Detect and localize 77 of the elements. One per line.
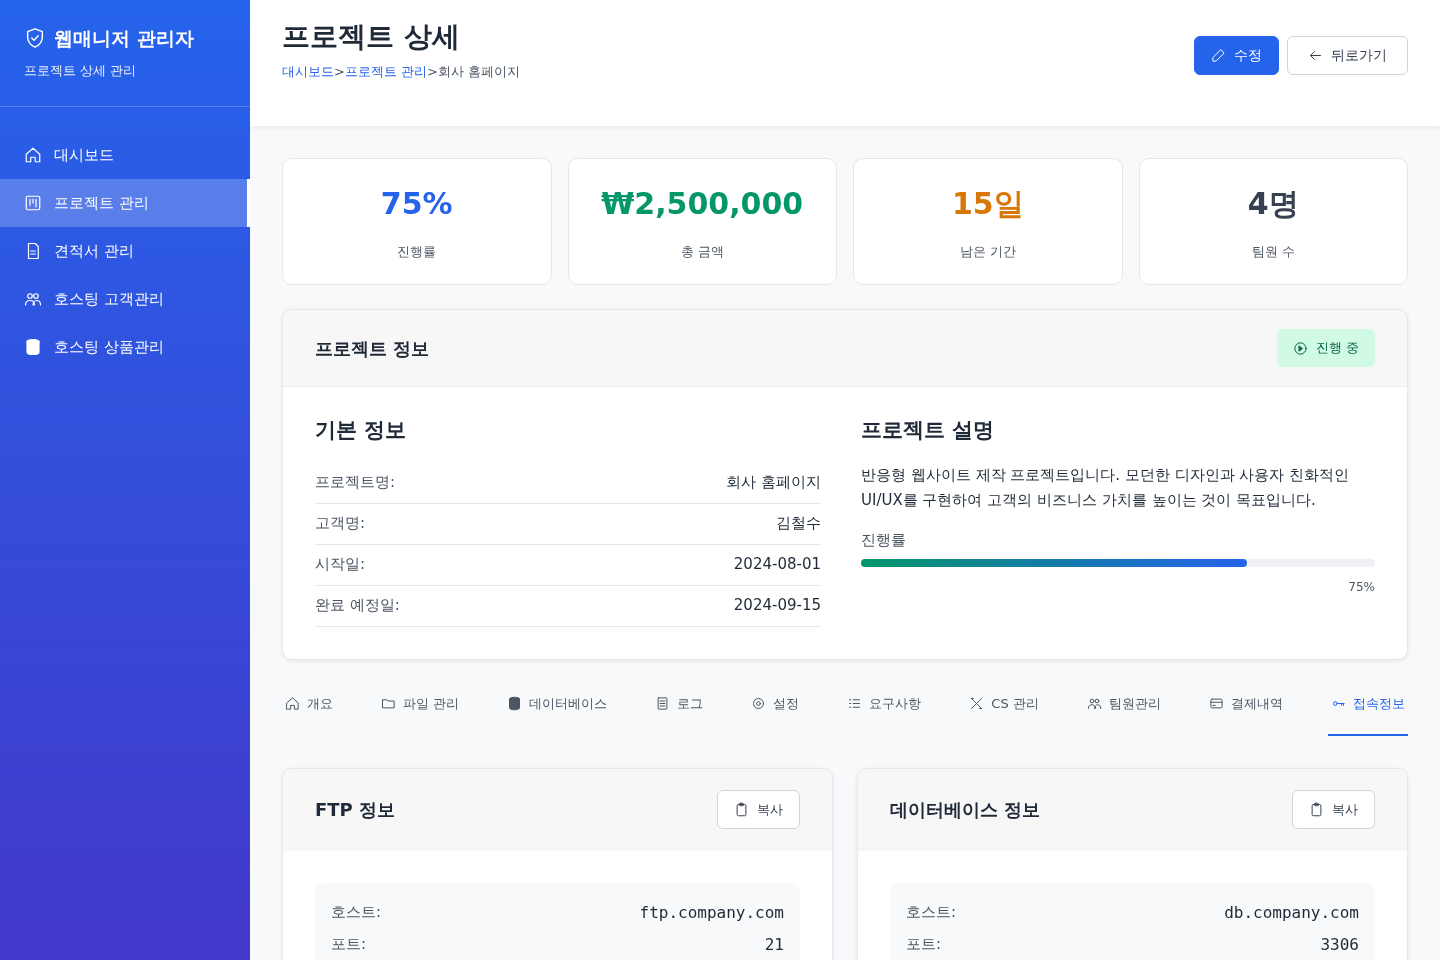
stat-label: 총 금액 — [680, 243, 724, 262]
stat-value: 4명 — [1247, 185, 1299, 224]
field-label: 호스트: — [331, 902, 382, 924]
pencil-icon — [1211, 48, 1226, 63]
tab[interactable]: 팀원관리 — [1083, 673, 1164, 736]
tab[interactable]: 접속정보 — [1327, 673, 1408, 736]
tab[interactable]: 파일 관리 — [378, 673, 463, 736]
field-value: 회사 홈페이지 — [726, 472, 821, 494]
home-icon — [24, 146, 42, 164]
breadcrumb-link[interactable]: 대시보드 — [282, 63, 334, 79]
description-text: 반응형 웹사이트 제작 프로젝트입니다. 모던한 디자인과 사용자 친화적인 UI/UX를 구현하여 고객의 비즈니스 가치를 높이는 것이 목표입니다. — [861, 464, 1351, 511]
field-value: 김철수 — [776, 513, 821, 535]
field-value: 2024-09-15 — [733, 595, 821, 617]
sidebar-item[interactable]: 호스팅 상품관리 — [0, 323, 250, 371]
tab[interactable]: 설정 — [748, 673, 803, 736]
credit-card-icon — [1208, 696, 1224, 711]
sidebar-item[interactable]: 프로젝트 관리 — [0, 179, 250, 227]
field-label: 프로젝트명: — [315, 472, 396, 494]
field-label: 포트: — [331, 934, 367, 956]
people-icon — [24, 290, 42, 308]
copy-button[interactable]: 복사 — [1292, 790, 1375, 829]
tab[interactable]: 로그 — [652, 673, 707, 736]
field-label: 완료 예정일: — [315, 595, 400, 617]
card-title: 데이터베이스 정보 — [890, 798, 1041, 822]
stat-value: ₩2,500,000 — [601, 185, 804, 224]
database-icon — [507, 696, 523, 711]
card-title: 프로젝트 정보 — [315, 336, 430, 361]
tab[interactable]: 요구사항 — [844, 673, 925, 736]
tab[interactable]: 결제내역 — [1205, 673, 1286, 736]
stat-value: 15일 — [951, 185, 1024, 224]
people-icon — [1086, 696, 1102, 711]
breadcrumb-text: > — [334, 63, 345, 79]
play-circle-icon — [1292, 340, 1308, 356]
edit-button[interactable]: 수정 — [1194, 36, 1279, 75]
database-icon — [24, 338, 42, 356]
field-label: 시작일: — [315, 554, 366, 576]
tab[interactable]: 데이터베이스 — [504, 673, 611, 736]
home-icon — [285, 696, 300, 711]
field-value: 21 — [764, 933, 784, 956]
card-title: FTP 정보 — [315, 798, 396, 822]
stat-value: 75% — [380, 185, 453, 224]
clipboard-icon — [1309, 802, 1324, 817]
status-badge: 진행 중 — [1276, 329, 1375, 367]
breadcrumb-link[interactable]: 프로젝트 관리 — [344, 63, 428, 79]
field-value: db.company.com — [1224, 901, 1359, 924]
field-value: 3306 — [1320, 933, 1359, 956]
tab[interactable]: 개요 — [282, 673, 336, 736]
progress-label: 진행률 — [861, 529, 907, 551]
section-title: 프로젝트 설명 — [861, 417, 996, 444]
field-label: 호스트: — [906, 902, 957, 924]
page-title: 프로젝트 상세 — [282, 20, 461, 54]
breadcrumb-text: 회사 홈페이지 — [437, 63, 521, 79]
copy-button[interactable]: 복사 — [717, 790, 800, 829]
checklist-icon — [847, 696, 863, 711]
sidebar-item[interactable]: 견적서 관리 — [0, 227, 250, 275]
tab[interactable]: CS 관리 — [966, 673, 1042, 736]
breadcrumb-text: > — [427, 63, 438, 79]
back-button[interactable]: 뒤로가기 — [1287, 36, 1408, 75]
stat-label: 진행률 — [397, 243, 437, 262]
field-value: ftp.company.com — [639, 901, 784, 924]
shield-check-icon — [24, 27, 46, 50]
sidebar-item[interactable]: 호스팅 고객관리 — [0, 275, 250, 323]
stat-label: 팀원 수 — [1251, 243, 1295, 262]
progress-reading: 75% — [1348, 580, 1375, 594]
app-title: 웹매니저 관리자 — [54, 26, 194, 51]
folder-icon — [381, 696, 397, 711]
field-value: 2024-08-01 — [733, 554, 821, 576]
clipboard-icon — [734, 802, 749, 817]
stat-label: 남은 기간 — [959, 243, 1016, 262]
sidebar-subtitle: 프로젝트 상세 관리 — [24, 61, 138, 80]
kanban-icon — [24, 194, 42, 212]
sidebar-item[interactable]: 대시보드 — [0, 131, 250, 179]
field-label: 고객명: — [315, 513, 366, 535]
section-title: 기본 정보 — [315, 417, 408, 444]
arrow-left-icon — [1308, 48, 1323, 63]
field-label: 포트: — [906, 934, 942, 956]
log-icon — [655, 696, 671, 711]
